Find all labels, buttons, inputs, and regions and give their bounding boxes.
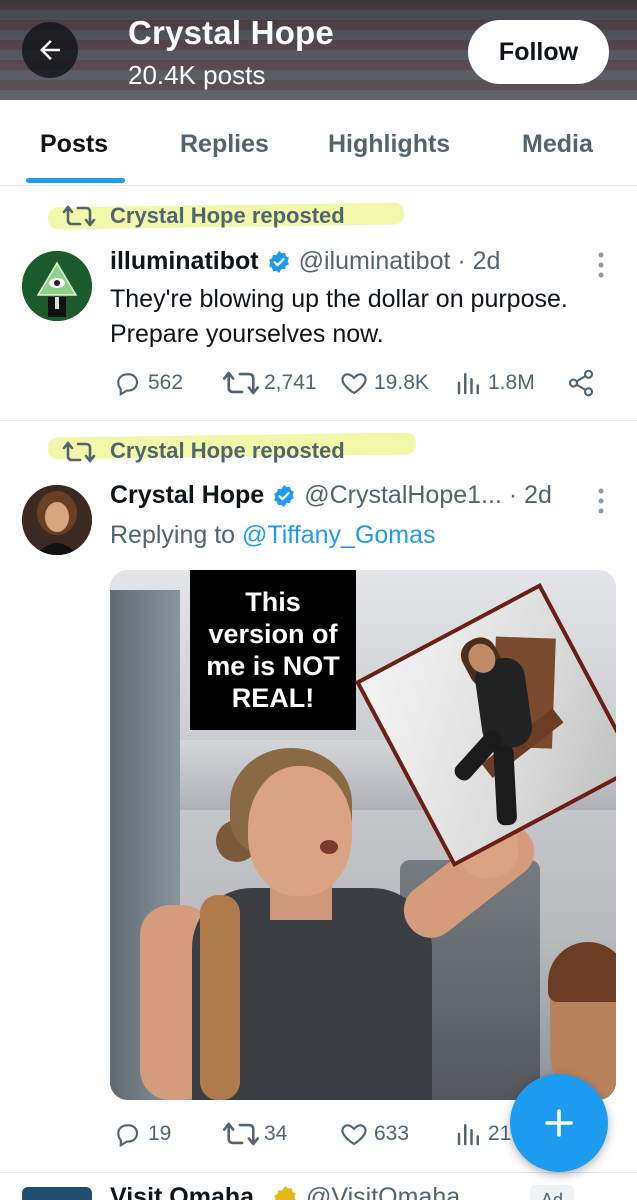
like-count: 633: [374, 1122, 410, 1145]
analytics-icon: [454, 1119, 484, 1149]
author-name[interactable]: illuminatibot: [110, 247, 259, 276]
arrow-left-icon: [40, 40, 60, 60]
tab-posts[interactable]: Posts: [40, 130, 108, 159]
reply-count: 562: [148, 371, 184, 394]
mention-link[interactable]: @Tiffany_Gomas: [242, 521, 436, 549]
profile-photo: [22, 485, 92, 555]
author-handle[interactable]: @iluminatibot · 2d: [299, 247, 501, 276]
like-button[interactable]: 19.8K: [338, 368, 429, 398]
avatar[interactable]: [22, 485, 92, 555]
author-handle[interactable]: @VisitOmaha: [306, 1183, 460, 1200]
author-handle[interactable]: @CrystalHope1... · 2d: [304, 481, 552, 510]
repost-icon: [222, 1119, 260, 1149]
author-name[interactable]: Visit Omaha: [110, 1183, 254, 1200]
author-row: illuminatibot @iluminatibot · 2d: [110, 247, 500, 276]
posts-count: 20.4K posts: [128, 60, 266, 90]
next-post-item[interactable]: Visit Omaha @VisitOmaha Ad: [0, 1172, 637, 1200]
views-count: 1.8M: [488, 371, 535, 394]
repost-icon: [62, 205, 96, 227]
post-image[interactable]: This version of me is NOT REAL!: [110, 570, 616, 1100]
image-caption-box: This version of me is NOT REAL!: [190, 570, 356, 730]
profile-name: Crystal Hope: [128, 14, 334, 51]
repost-count: 2,741: [264, 371, 317, 394]
analytics-icon: [454, 368, 484, 398]
views-count: 21: [488, 1122, 512, 1145]
tweet-text: They're blowing up the dollar on purpose…: [110, 285, 568, 348]
follow-button[interactable]: Follow: [468, 20, 609, 84]
more-options-icon[interactable]: [596, 487, 606, 515]
author-row: Crystal Hope @CrystalHope1... · 2d: [110, 481, 552, 510]
more-options-icon[interactable]: [596, 251, 606, 279]
views-button[interactable]: 21: [454, 1119, 511, 1149]
reply-button[interactable]: 19: [110, 1119, 171, 1149]
reply-icon: [110, 368, 144, 398]
share-icon: [566, 368, 596, 398]
active-tab-indicator: [26, 178, 125, 183]
compose-button[interactable]: [510, 1074, 608, 1172]
repost-icon: [62, 441, 96, 463]
avatar[interactable]: [22, 1187, 92, 1200]
views-button[interactable]: 1.8M: [454, 368, 535, 398]
reply-button[interactable]: 562: [110, 368, 183, 398]
profile-tabs: Posts Replies Highlights Media: [0, 100, 637, 186]
reply-count: 19: [148, 1122, 172, 1145]
repost-count: 34: [264, 1122, 288, 1145]
replying-prefix: Replying to: [110, 521, 236, 549]
back-button[interactable]: [22, 22, 78, 78]
action-bar: 562 2,741 19.8K 1.8M: [110, 368, 600, 402]
post-item[interactable]: Crystal Hope reposted illuminatibot @ilu…: [0, 187, 637, 420]
author-name[interactable]: Crystal Hope: [110, 481, 264, 510]
profile-header: Crystal Hope 20.4K posts Follow: [0, 0, 637, 100]
illuminati-eye-icon: [22, 251, 92, 321]
tab-highlights[interactable]: Highlights: [328, 130, 450, 159]
repost-button[interactable]: 2,741: [222, 368, 317, 398]
repost-button[interactable]: 34: [222, 1119, 287, 1149]
ad-badge: Ad: [530, 1185, 574, 1200]
reply-icon: [110, 1119, 144, 1149]
like-count: 19.8K: [374, 371, 429, 394]
heart-icon: [338, 368, 370, 398]
repost-label[interactable]: Crystal Hope reposted: [110, 203, 345, 229]
tab-media[interactable]: Media: [522, 130, 593, 159]
gold-verified-badge-icon: [272, 1185, 298, 1200]
tab-replies[interactable]: Replies: [180, 130, 269, 159]
avatar[interactable]: [22, 251, 92, 321]
repost-icon: [222, 368, 260, 398]
replying-to: Replying to @Tiffany_Gomas: [110, 521, 436, 550]
verified-badge-icon: [272, 484, 296, 508]
share-button[interactable]: [566, 368, 600, 398]
repost-label[interactable]: Crystal Hope reposted: [110, 438, 345, 464]
image-caption: This version of me is NOT REAL!: [206, 587, 340, 713]
like-button[interactable]: 633: [338, 1119, 409, 1149]
heart-icon: [338, 1119, 370, 1149]
verified-badge-icon: [267, 250, 291, 274]
plus-icon: [545, 1109, 573, 1137]
